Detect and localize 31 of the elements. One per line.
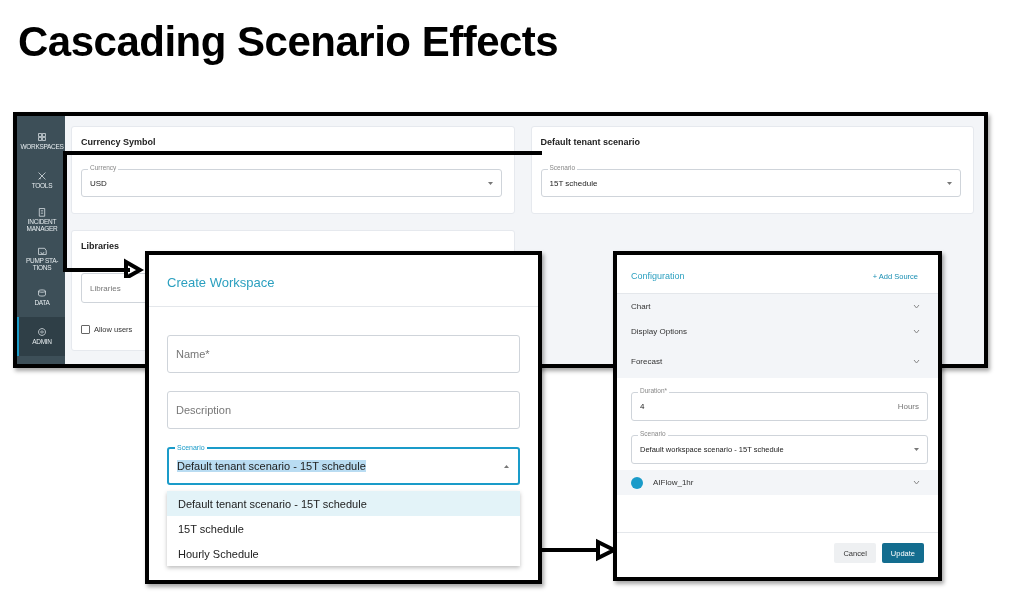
chevron-down-icon	[913, 304, 920, 309]
card-title: Libraries	[81, 241, 121, 251]
source-row[interactable]: AIFlow_1hr	[617, 470, 938, 495]
caret-down-icon	[914, 448, 919, 451]
database-icon	[37, 288, 47, 299]
clipboard-icon	[37, 206, 47, 217]
gear-icon	[37, 327, 47, 338]
caret-down-icon	[487, 181, 493, 185]
gauge-icon	[37, 245, 47, 256]
slide-title: Cascading Scenario Effects	[18, 18, 559, 66]
accordion-header[interactable]: Forecast	[617, 344, 938, 378]
chevron-down-icon	[913, 329, 920, 334]
unit-label: Hours	[897, 402, 919, 411]
caret-down-icon	[947, 181, 952, 185]
chevron-down-icon	[913, 480, 920, 485]
panel-title: Configuration	[631, 271, 685, 281]
dropdown-option[interactable]: 15T schedule	[167, 516, 520, 541]
chevron-down-icon	[913, 358, 920, 364]
accordion-header[interactable]: Chart	[617, 294, 938, 319]
checkbox[interactable]	[81, 325, 90, 334]
description-field[interactable]: Description	[167, 391, 520, 429]
dialog-title: Create Workspace	[167, 275, 275, 290]
card-title: Default tenant scenario	[540, 137, 642, 147]
accordion-header[interactable]: Display Options	[617, 319, 938, 344]
dropdown-option[interactable]: Default tenant scenario - 15T schedule	[167, 491, 520, 516]
tools-icon	[37, 171, 47, 182]
caret-up-icon	[503, 463, 510, 469]
grid-icon	[37, 132, 47, 143]
dropdown-option[interactable]: Hourly Schedule	[167, 541, 520, 566]
card-title: Currency Symbol	[81, 137, 157, 147]
name-field[interactable]: Name*	[167, 335, 520, 373]
